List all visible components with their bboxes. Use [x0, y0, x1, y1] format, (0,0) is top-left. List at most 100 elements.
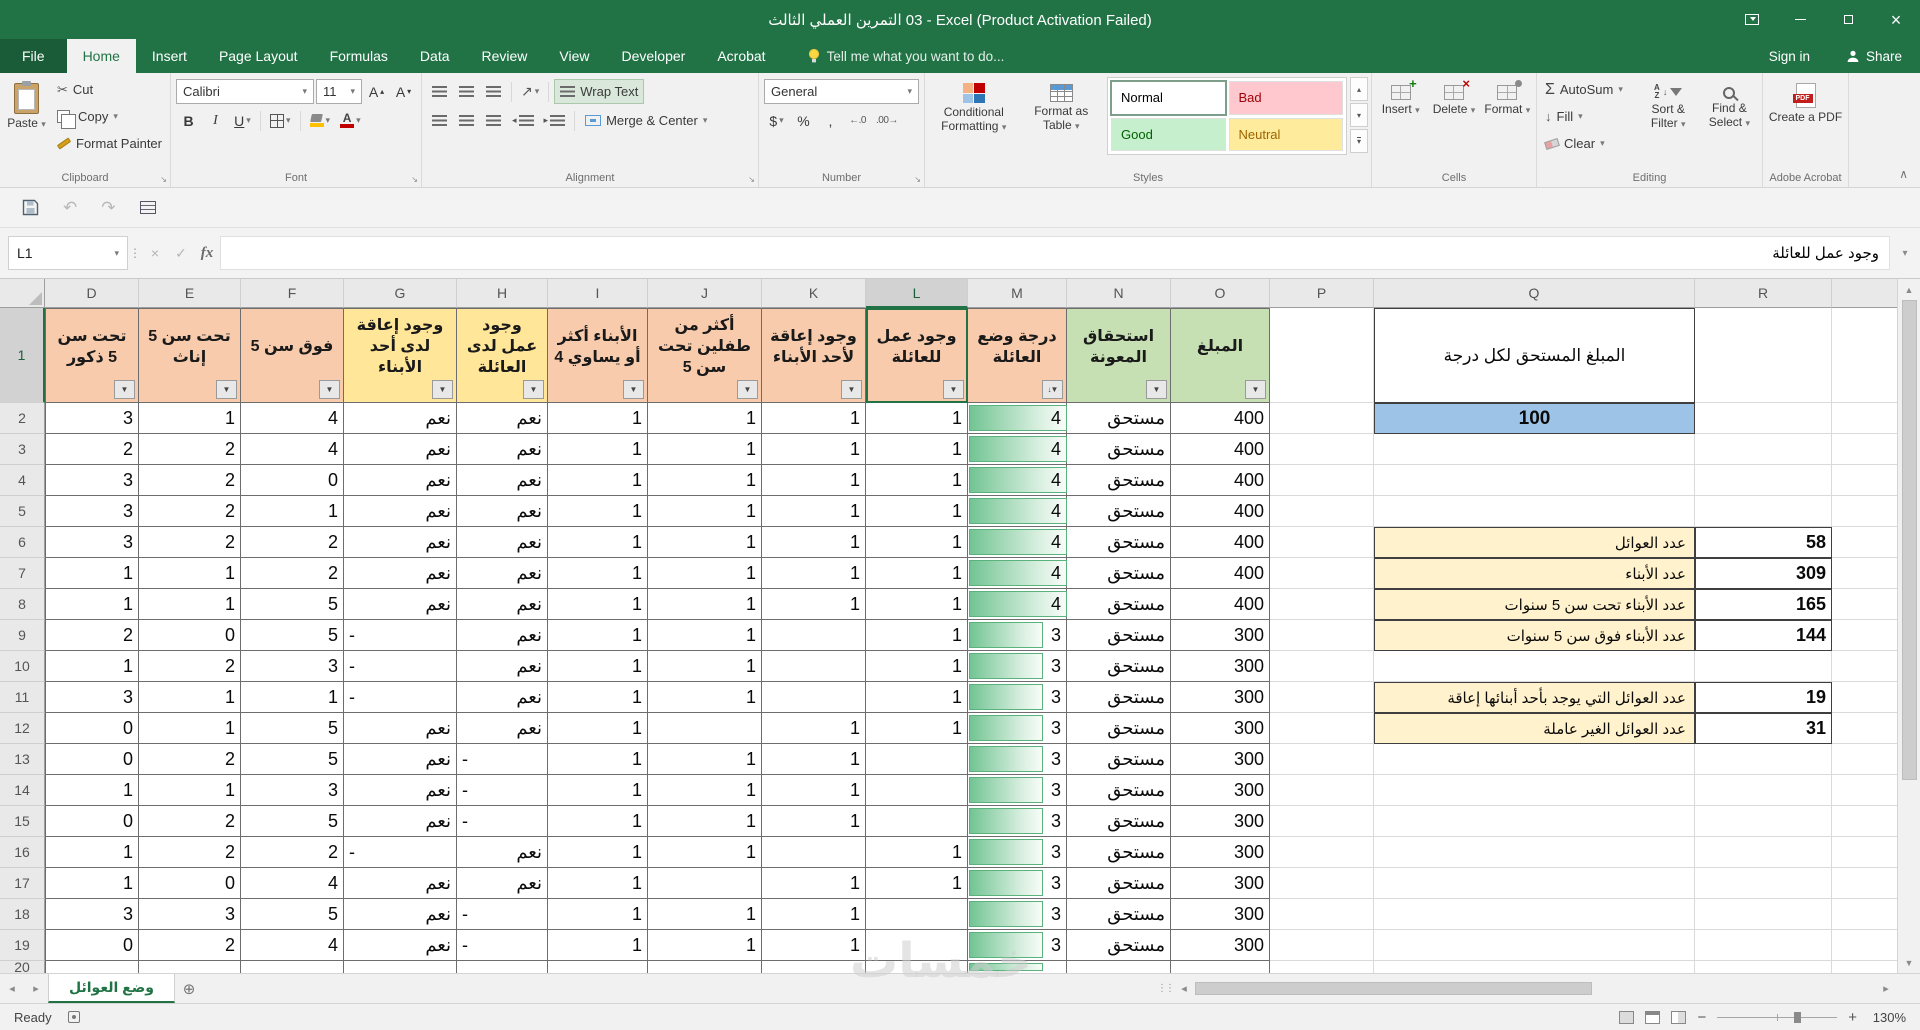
cell-F12[interactable]: 5: [241, 713, 344, 744]
cell-D17[interactable]: 1: [45, 868, 139, 899]
cell-P15[interactable]: [1270, 806, 1374, 837]
copy-button[interactable]: Copy ▾: [52, 104, 167, 129]
cell-E5[interactable]: 2: [139, 496, 241, 527]
touch-mode-button[interactable]: [139, 201, 156, 214]
cell-L1[interactable]: وجود عمل للعائلة ▼: [866, 308, 968, 403]
cell-O8[interactable]: 400: [1171, 589, 1270, 620]
cell-J14[interactable]: 1: [648, 775, 762, 806]
cell-O1[interactable]: المبلغ ▼: [1171, 308, 1270, 403]
column-header-H[interactable]: H: [457, 279, 548, 308]
cell-D1[interactable]: تحت سن 5 ذكور ▼: [45, 308, 139, 403]
cell-I3[interactable]: 1: [548, 434, 648, 465]
cell-R18[interactable]: [1695, 899, 1832, 930]
cell-O6[interactable]: 400: [1171, 527, 1270, 558]
cell-R10[interactable]: [1695, 651, 1832, 682]
cell-M2[interactable]: 4: [968, 403, 1067, 434]
cell-O10[interactable]: 300: [1171, 651, 1270, 682]
cell-E13[interactable]: 2: [139, 744, 241, 775]
cell-G7[interactable]: نعم: [344, 558, 457, 589]
cell-D3[interactable]: 2: [45, 434, 139, 465]
cell-G11[interactable]: -: [344, 682, 457, 713]
scroll-right-button[interactable]: ▸: [1877, 982, 1895, 995]
cell-D16[interactable]: 1: [45, 837, 139, 868]
cell-E18[interactable]: 3: [139, 899, 241, 930]
cell-H7[interactable]: نعم: [457, 558, 548, 589]
cell-M5[interactable]: 4: [968, 496, 1067, 527]
cell-E6[interactable]: 2: [139, 527, 241, 558]
cell-K12[interactable]: 1: [762, 713, 866, 744]
cell-P1[interactable]: [1270, 308, 1374, 403]
cell-L5[interactable]: 1: [866, 496, 968, 527]
cell-H18[interactable]: -: [457, 899, 548, 930]
cell-Q7[interactable]: عدد الأبناء: [1374, 558, 1695, 589]
cell-F13[interactable]: 5: [241, 744, 344, 775]
cell-M8[interactable]: 4: [968, 589, 1067, 620]
cell-L10[interactable]: 1: [866, 651, 968, 682]
scroll-down-button[interactable]: ▼: [1905, 955, 1914, 970]
zoom-slider[interactable]: [1717, 1010, 1838, 1025]
cell-H11[interactable]: نعم: [457, 682, 548, 713]
cell-O9[interactable]: 300: [1171, 620, 1270, 651]
cell-P18[interactable]: [1270, 899, 1374, 930]
format-painter-button[interactable]: Format Painter: [52, 131, 167, 156]
cell-J2[interactable]: 1: [648, 403, 762, 434]
close-button[interactable]: ×: [1872, 0, 1920, 39]
cell-Q4[interactable]: [1374, 465, 1695, 496]
tab-review[interactable]: Review: [466, 39, 544, 73]
sheet-nav-left-button[interactable]: ◂: [0, 974, 24, 1003]
cell-E8[interactable]: 1: [139, 589, 241, 620]
column-header-M[interactable]: M: [968, 279, 1067, 308]
cell-G20[interactable]: [344, 961, 457, 973]
cell-R1[interactable]: [1695, 308, 1832, 403]
filter-button-E[interactable]: ▼: [216, 380, 237, 399]
cell-K3[interactable]: 1: [762, 434, 866, 465]
cell-G5[interactable]: نعم: [344, 496, 457, 527]
delete-cells-button[interactable]: Delete ▾: [1428, 77, 1479, 159]
cell-F11[interactable]: 1: [241, 682, 344, 713]
cell-K6[interactable]: 1: [762, 527, 866, 558]
cell-I13[interactable]: 1: [548, 744, 648, 775]
cell-K14[interactable]: 1: [762, 775, 866, 806]
cell-P6[interactable]: [1270, 527, 1374, 558]
cell-D20[interactable]: [45, 961, 139, 973]
cell-J9[interactable]: 1: [648, 620, 762, 651]
styles-scroll-up-button[interactable]: ▴: [1350, 77, 1368, 101]
cell-D10[interactable]: 1: [45, 651, 139, 682]
formula-input[interactable]: وجود عمل للعائلة: [220, 236, 1890, 270]
cell-R9[interactable]: 144: [1695, 620, 1832, 651]
cell-K9[interactable]: [762, 620, 866, 651]
row-header-11[interactable]: 11: [0, 682, 45, 713]
zoom-in-button[interactable]: +: [1848, 1009, 1857, 1026]
cell-R11[interactable]: 19: [1695, 682, 1832, 713]
align-top-button[interactable]: [427, 79, 452, 104]
accounting-format-button[interactable]: $ ▾: [764, 108, 789, 133]
confirm-entry-button[interactable]: ✓: [168, 236, 194, 270]
cell-H10[interactable]: نعم: [457, 651, 548, 682]
cell-P19[interactable]: [1270, 930, 1374, 961]
cell-H8[interactable]: نعم: [457, 589, 548, 620]
cell-O2[interactable]: 400: [1171, 403, 1270, 434]
filter-button-M[interactable]: ↓▼: [1042, 380, 1063, 399]
filter-button-G[interactable]: ▼: [432, 380, 453, 399]
cell-G16[interactable]: -: [344, 837, 457, 868]
cell-O18[interactable]: 300: [1171, 899, 1270, 930]
cell-P5[interactable]: [1270, 496, 1374, 527]
cell-N19[interactable]: مستحق: [1067, 930, 1171, 961]
cell-J12[interactable]: [648, 713, 762, 744]
cell-Q11[interactable]: عدد العوائل التي يوجد بأحد أبنائها إعاقة: [1374, 682, 1695, 713]
column-header-P[interactable]: P: [1270, 279, 1374, 308]
name-box[interactable]: L1 ▾: [8, 236, 128, 270]
cell-K11[interactable]: [762, 682, 866, 713]
cell-E7[interactable]: 1: [139, 558, 241, 589]
row-header-14[interactable]: 14: [0, 775, 45, 806]
cell-I6[interactable]: 1: [548, 527, 648, 558]
cell-R12[interactable]: 31: [1695, 713, 1832, 744]
cell-I14[interactable]: 1: [548, 775, 648, 806]
cell-N1[interactable]: استحقاق المعونة ▼: [1067, 308, 1171, 403]
cell-F14[interactable]: 3: [241, 775, 344, 806]
cell-K2[interactable]: 1: [762, 403, 866, 434]
increase-indent-button[interactable]: ▸: [540, 108, 570, 133]
row-header-4[interactable]: 4: [0, 465, 45, 496]
cell-F15[interactable]: 5: [241, 806, 344, 837]
fill-color-button[interactable]: ▾: [306, 108, 335, 133]
